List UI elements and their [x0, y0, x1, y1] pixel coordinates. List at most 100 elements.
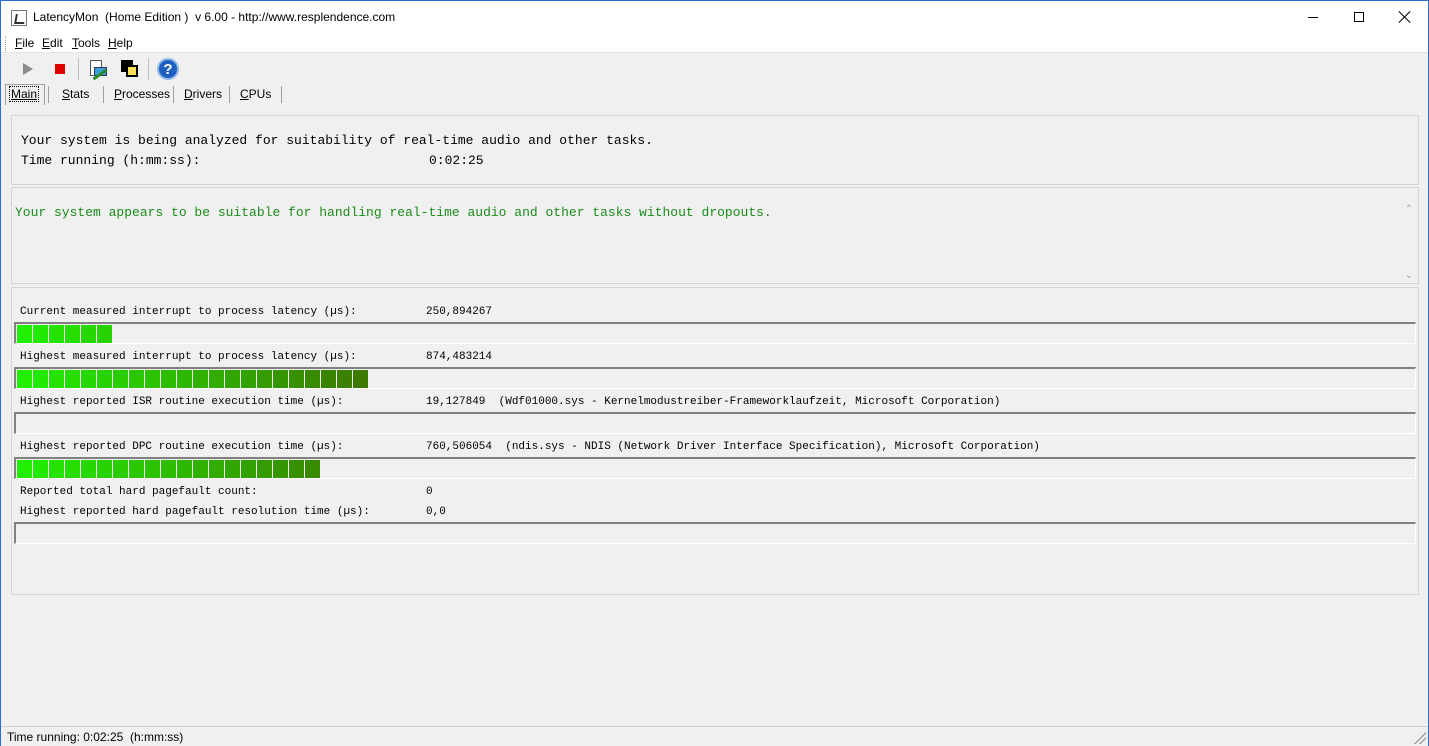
report-icon — [88, 59, 108, 81]
tab-processes[interactable]: Processes — [114, 83, 170, 105]
bar-segment — [321, 370, 336, 388]
tab-separator — [48, 86, 49, 103]
menu-help-label: elp — [116, 36, 133, 50]
bar-fill — [17, 325, 113, 343]
start-monitor-button[interactable] — [15, 56, 41, 82]
bar-segment — [273, 370, 288, 388]
menu-help-accel: H — [108, 36, 117, 50]
bar-fill — [17, 370, 369, 388]
bar-segment — [49, 325, 64, 343]
menu-edit-label: dit — [50, 36, 63, 50]
menu-bar: File Edit Tools Help — [1, 33, 1428, 53]
metric-value: 250,894267 — [426, 306, 493, 318]
bar-segment — [129, 460, 144, 478]
help-button[interactable]: ? — [155, 56, 181, 82]
metric-label: Highest reported hard pagefault resoluti… — [20, 506, 370, 518]
minimize-button[interactable] — [1290, 1, 1336, 33]
tab-drivers-accel: D — [184, 87, 193, 101]
metric-value: 19,127849 (Wdf01000.sys - Kernelmodustre… — [426, 396, 1001, 408]
close-button[interactable] — [1382, 1, 1428, 33]
status-text: Time running: 0:02:25 (h:mm:ss) — [7, 730, 184, 744]
toolbar: ? — [1, 54, 1428, 83]
menu-file-label: ile — [22, 36, 35, 50]
tab-processes-label: rocesses — [122, 87, 171, 101]
scroll-down-icon[interactable]: ⌄ — [1404, 271, 1414, 281]
menu-tools-label: ools — [78, 36, 101, 50]
metric-label: Highest measured interrupt to process la… — [20, 351, 357, 363]
help-icon: ? — [157, 58, 179, 80]
bar-segment — [193, 460, 208, 478]
menu-tools[interactable]: Tools — [72, 36, 100, 50]
tab-cpus-accel: C — [240, 87, 249, 101]
tab-main[interactable]: Main — [9, 83, 40, 105]
title-bar[interactable]: LatencyMon (Home Edition ) v 6.00 - http… — [1, 1, 1428, 33]
analysis-text: Your system is being analyzed for suitab… — [21, 133, 653, 148]
bar-segment — [81, 325, 96, 343]
bar-segment — [145, 460, 160, 478]
bar-segment — [161, 460, 176, 478]
bar-segment — [305, 460, 320, 478]
status-bar: Time running: 0:02:25 (h:mm:ss) — [1, 726, 1428, 746]
menu-edit[interactable]: Edit — [42, 36, 63, 50]
bar-segment — [289, 370, 304, 388]
bar-segment — [257, 370, 272, 388]
tab-cpus[interactable]: C PUs — [240, 83, 271, 105]
tab-strip: Main Stats Processes Drivers C PUs — [1, 83, 1428, 105]
toolbar-separator — [148, 58, 149, 80]
bar-segment — [33, 460, 48, 478]
menu-edit-accel: E — [42, 36, 51, 50]
metric-value: 874,483214 — [426, 351, 493, 363]
bar-segment — [177, 370, 192, 388]
scroll-up-icon[interactable]: ⌃ — [1404, 205, 1414, 215]
bar-segment — [241, 370, 256, 388]
bar-segment — [337, 370, 352, 388]
latency-bar — [14, 412, 1416, 434]
time-running-value: 0:02:25 — [429, 153, 484, 168]
latencymon-app-icon[interactable] — [11, 10, 27, 26]
tab-separator — [103, 86, 104, 103]
bar-segment — [209, 460, 224, 478]
bar-segment — [193, 370, 208, 388]
latency-bar — [14, 522, 1416, 544]
report-button[interactable] — [85, 56, 111, 82]
bar-segment — [65, 370, 80, 388]
menu-file[interactable]: File — [15, 36, 34, 50]
bar-segment — [289, 460, 304, 478]
bar-segment — [305, 370, 320, 388]
bar-segment — [17, 325, 32, 343]
bar-segment — [113, 370, 128, 388]
verdict-scrollbar[interactable]: ⌃ ⌄ — [1401, 203, 1418, 283]
tab-drivers[interactable]: Drivers — [184, 83, 222, 105]
stop-icon — [55, 64, 65, 74]
bar-segment — [97, 460, 112, 478]
latency-bar — [14, 457, 1416, 479]
time-running-label: Time running (h:mm:ss): — [21, 153, 201, 168]
cpu-select-button[interactable] — [117, 56, 143, 82]
bar-segment — [49, 460, 64, 478]
bar-segment — [209, 370, 224, 388]
tab-stats-accel: S — [62, 87, 71, 101]
bar-segment — [17, 370, 32, 388]
resize-grip-icon[interactable] — [1414, 732, 1426, 744]
tab-separator — [229, 86, 230, 103]
bar-segment — [65, 460, 80, 478]
metric-value: 0,0 — [426, 506, 446, 518]
bar-segment — [81, 370, 96, 388]
bar-segment — [49, 370, 64, 388]
metric-label: Highest reported DPC routine execution t… — [20, 441, 344, 453]
bar-segment — [81, 460, 96, 478]
bar-segment — [65, 325, 80, 343]
menu-help[interactable]: Help — [108, 36, 133, 50]
bar-segment — [241, 460, 256, 478]
tab-stats[interactable]: Stats — [62, 83, 89, 105]
maximize-button[interactable] — [1336, 1, 1382, 33]
verdict-panel[interactable]: Your system appears to be suitable for h… — [11, 187, 1419, 284]
cpu-icon — [120, 59, 140, 79]
bar-segment — [97, 370, 112, 388]
stop-monitor-button[interactable] — [47, 56, 73, 82]
metrics-panel: Current measured interrupt to process la… — [11, 287, 1419, 595]
bar-fill — [17, 460, 321, 478]
bar-segment — [97, 325, 112, 343]
maximize-icon — [1354, 12, 1364, 22]
metric-label: Reported total hard pagefault count: — [20, 486, 258, 498]
